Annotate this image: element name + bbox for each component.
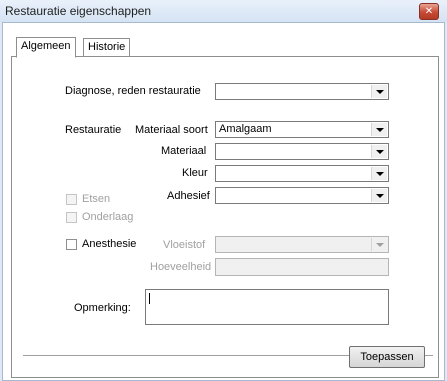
toepassen-button[interactable]: Toepassen: [349, 346, 425, 368]
etsen-label: Etsen: [82, 193, 111, 205]
chevron-down-icon[interactable]: [371, 238, 387, 251]
tab-historie[interactable]: Historie: [83, 38, 131, 56]
tab-algemeen[interactable]: Algemeen: [16, 37, 76, 58]
chevron-down-icon[interactable]: [371, 85, 387, 98]
adhesief-combobox[interactable]: [215, 187, 389, 204]
restauratie-label: Restauratie: [65, 124, 122, 136]
diagnose-combobox[interactable]: [215, 83, 389, 100]
anesthesie-label: Anesthesie: [82, 238, 137, 250]
anesthesie-checkbox[interactable]: [66, 239, 77, 250]
kleur-combobox[interactable]: [215, 165, 389, 182]
chevron-down-icon[interactable]: [371, 167, 387, 180]
vloeistof-combobox[interactable]: [215, 236, 389, 253]
close-icon: ✕: [424, 5, 434, 17]
close-button[interactable]: ✕: [419, 3, 439, 20]
vloeistof-label: Vloeistof: [163, 239, 206, 251]
materiaal-soort-value: Amalgaam: [219, 123, 272, 135]
chevron-down-icon[interactable]: [371, 145, 387, 158]
chevron-down-icon[interactable]: [371, 123, 387, 136]
hoeveelheid-field[interactable]: [215, 258, 389, 276]
text-caret: [149, 293, 150, 304]
materiaal-soort-combobox[interactable]: Amalgaam: [215, 121, 389, 138]
materiaal-soort-label: Materiaal soort: [135, 124, 208, 136]
onderlaag-checkbox[interactable]: [66, 212, 77, 223]
opmerking-label: Opmerking:: [74, 302, 131, 314]
diagnose-label: Diagnose, reden restauratie: [65, 85, 201, 97]
kleur-label: Kleur: [182, 167, 208, 179]
title-bar[interactable]: Restauratie eigenschappen ✕: [0, 0, 447, 22]
opmerking-textarea[interactable]: [145, 289, 389, 325]
materiaal-combobox[interactable]: [215, 143, 389, 160]
onderlaag-label: Onderlaag: [82, 211, 134, 223]
materiaal-label: Materiaal: [161, 145, 207, 157]
hoeveelheid-label: Hoeveelheid: [150, 261, 212, 273]
dialog-window: Restauratie eigenschappen ✕ Algemeen His…: [0, 0, 447, 381]
etsen-checkbox[interactable]: [66, 194, 77, 205]
dialog-client-area: Algemeen Historie Diagnose, reden restau…: [2, 22, 445, 381]
adhesief-label: Adhesief: [167, 190, 210, 202]
window-title: Restauratie eigenschappen: [5, 4, 152, 18]
chevron-down-icon[interactable]: [371, 189, 387, 202]
